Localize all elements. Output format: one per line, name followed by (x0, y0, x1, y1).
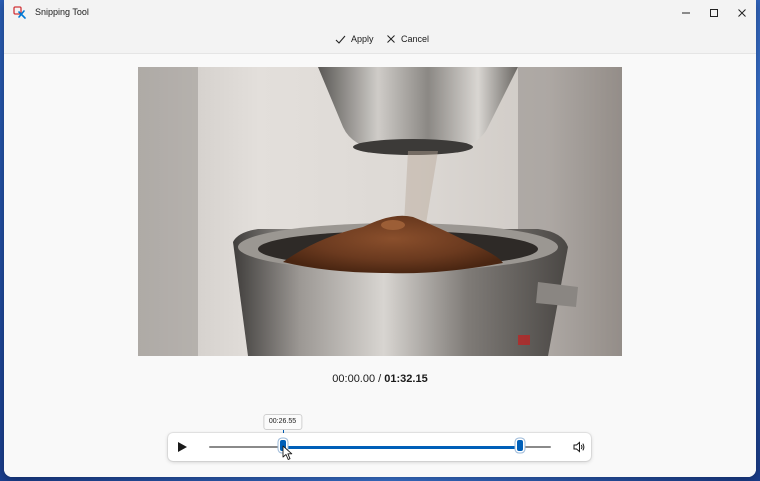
play-button[interactable] (175, 440, 189, 454)
trim-time-tooltip: 00:26.55 (262, 414, 303, 430)
cancel-label: Cancel (401, 34, 430, 44)
timecode: 00:00.00 / 01:32.15 (4, 373, 756, 385)
minimize-button[interactable] (672, 0, 700, 26)
toolbar: Apply Cancel (4, 26, 756, 54)
current-time: 00:00.00 (332, 373, 376, 385)
title-bar[interactable]: Snipping Tool (4, 0, 756, 26)
close-icon (738, 9, 746, 17)
mouse-cursor-icon (282, 445, 292, 460)
trim-selection (282, 445, 521, 449)
time-separator: / (375, 373, 385, 385)
trim-end-handle[interactable] (517, 440, 524, 451)
video-frame-image (138, 67, 622, 356)
maximize-icon (710, 9, 718, 17)
apply-button[interactable]: Apply (335, 30, 374, 48)
minimize-icon (682, 12, 690, 14)
close-button[interactable] (728, 0, 756, 26)
cancel-button[interactable]: Cancel (386, 30, 429, 48)
total-duration: 01:32.15 (384, 373, 428, 385)
snipping-tool-icon (13, 6, 27, 20)
volume-icon (573, 441, 585, 453)
close-icon (387, 35, 395, 43)
checkmark-icon (335, 35, 346, 44)
app-title: Snipping Tool (35, 7, 89, 17)
apply-label: Apply (351, 34, 374, 44)
playback-controls (168, 433, 591, 461)
editor-content: 00:00.00 / 01:32.15 00:26.55 (4, 54, 756, 477)
video-preview (138, 67, 622, 356)
volume-button[interactable] (572, 440, 586, 454)
play-icon (178, 442, 187, 452)
snipping-tool-window: Snipping Tool Apply Cancel 00:00.00 / 01… (4, 0, 756, 477)
trim-track[interactable] (209, 440, 551, 451)
maximize-button[interactable] (700, 0, 728, 26)
